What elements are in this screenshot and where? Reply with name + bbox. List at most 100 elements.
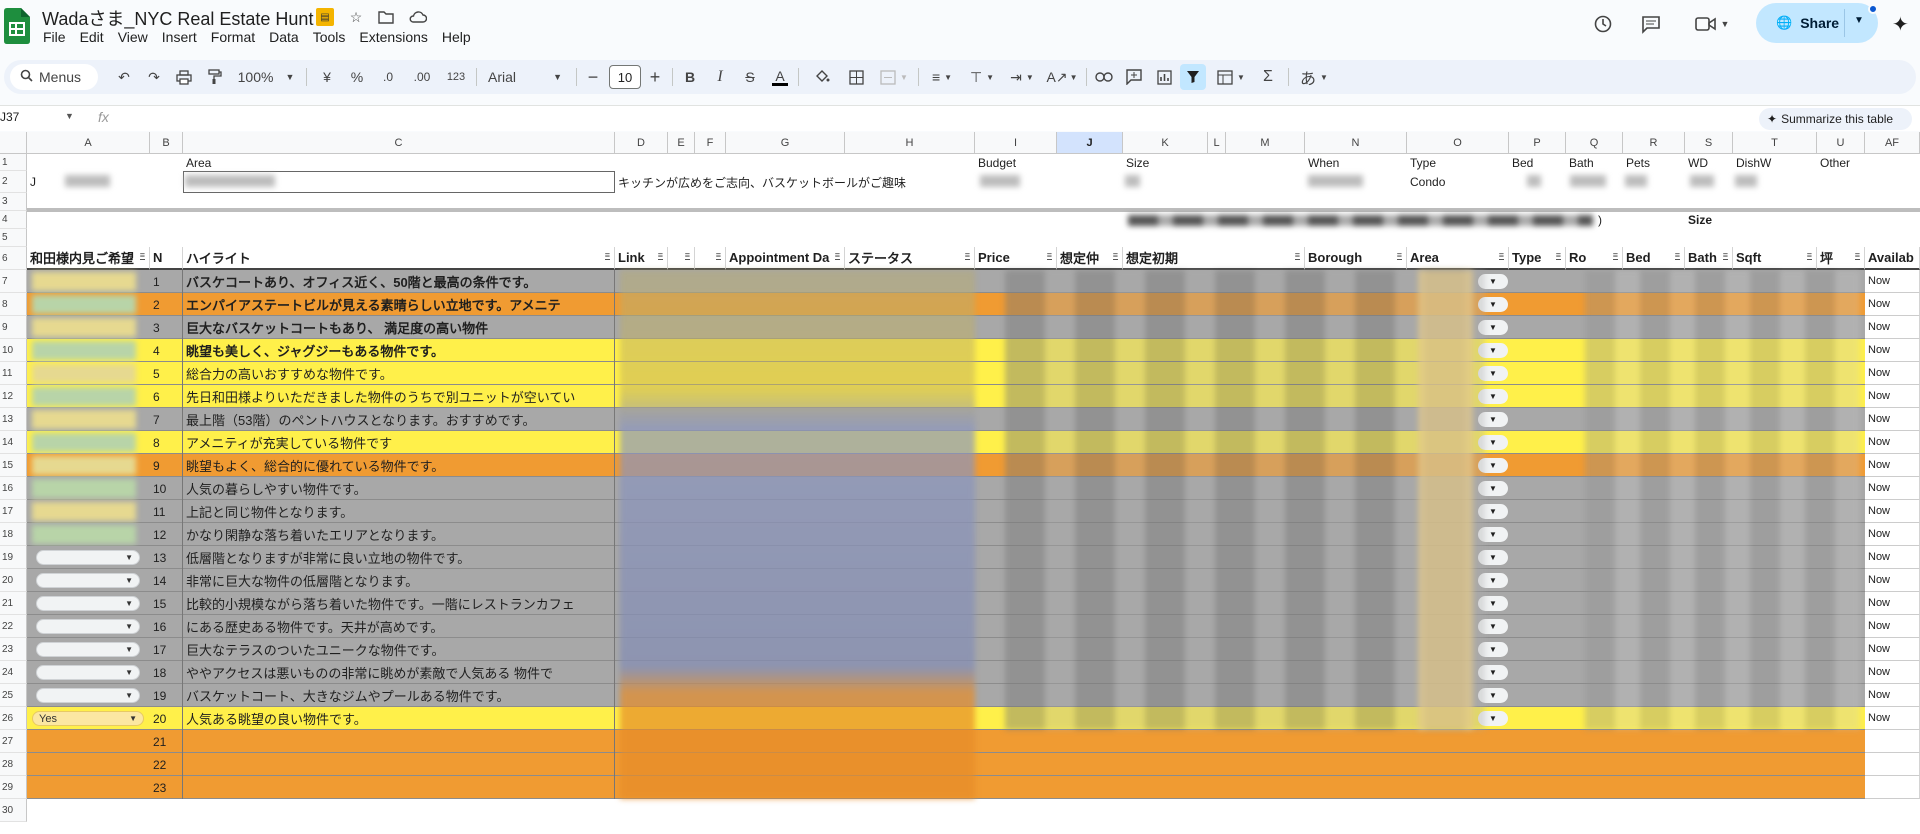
listing-number[interactable]: 3 xyxy=(150,316,183,339)
listing-number[interactable]: 15 xyxy=(150,592,183,615)
cloud-saved-icon[interactable] xyxy=(408,7,428,27)
table-header-r[interactable]: Bath ≡ xyxy=(1685,247,1733,270)
listing-number[interactable]: 21 xyxy=(150,730,183,753)
listing-highlight[interactable]: 巨大なバスケットコートもあり、 満足度の高い物件 xyxy=(183,316,615,339)
listing-highlight[interactable]: 眺望も美しく、ジャグジーもある物件です。 xyxy=(183,339,615,362)
gemini-sparkle-icon[interactable]: ✦ xyxy=(1892,12,1909,37)
row-header-11[interactable]: 11 xyxy=(0,362,27,385)
criteria-label-wd[interactable]: WD xyxy=(1685,154,1733,171)
row-header-30[interactable]: 30 xyxy=(0,799,27,822)
row-header-21[interactable]: 21 xyxy=(0,592,27,615)
listing-highlight[interactable]: 人気ある眺望の良い物件です。 xyxy=(183,707,615,730)
column-header-k[interactable]: K xyxy=(1123,132,1208,154)
row-header-14[interactable]: 14 xyxy=(0,431,27,454)
meet-video-icon[interactable]: ▼ xyxy=(1692,12,1732,36)
table-header-t[interactable]: 坪 ≡ xyxy=(1817,247,1865,270)
listing-number[interactable]: 6 xyxy=(150,385,183,408)
row-header-19[interactable]: 19 xyxy=(0,546,27,569)
column-header-g[interactable]: G xyxy=(726,132,845,154)
table-header-n[interactable]: Area ≡ xyxy=(1407,247,1509,270)
table-header-a[interactable]: 和田様内見ご希望 ≡ xyxy=(27,247,150,270)
availability-cell[interactable] xyxy=(1865,753,1920,776)
listing-number[interactable]: 2 xyxy=(150,293,183,316)
row-header-16[interactable]: 16 xyxy=(0,477,27,500)
listing-highlight[interactable] xyxy=(183,753,615,776)
row-header-5[interactable]: 5 xyxy=(0,229,27,247)
listing-highlight[interactable]: アメニティが充実している物件です xyxy=(183,431,615,454)
row-header-26[interactable]: 26 xyxy=(0,707,27,730)
column-header-af[interactable]: AF xyxy=(1865,132,1920,154)
listing-highlight[interactable]: 比較的小規模ながら落ち着いた物件です。一階にレストランカフェ xyxy=(183,592,615,615)
row-header-7[interactable]: 7 xyxy=(0,270,27,293)
listing-number[interactable]: 14 xyxy=(150,569,183,592)
listing-number[interactable]: 11 xyxy=(150,500,183,523)
listing-number[interactable]: 22 xyxy=(150,753,183,776)
text-rotation-icon[interactable]: A↗ ▼ xyxy=(1044,60,1080,94)
menu-view[interactable]: View xyxy=(111,28,155,46)
column-header-e[interactable]: E xyxy=(668,132,695,154)
fill-color-icon[interactable] xyxy=(810,60,834,94)
filter-icon[interactable]: ≡ xyxy=(604,251,610,260)
availability-cell[interactable] xyxy=(1865,730,1920,753)
listing-number[interactable]: 19 xyxy=(150,684,183,707)
availability-cell[interactable]: Now xyxy=(1865,684,1920,707)
listing-number[interactable]: 13 xyxy=(150,546,183,569)
criteria-label-pets[interactable]: Pets xyxy=(1623,154,1685,171)
filter-icon[interactable]: ≡ xyxy=(1294,251,1300,260)
menu-file[interactable]: File xyxy=(36,28,73,46)
availability-cell[interactable]: Now xyxy=(1865,431,1920,454)
table-header-p[interactable]: Ro ≡ xyxy=(1566,247,1623,270)
menu-extensions[interactable]: Extensions xyxy=(352,28,434,46)
criteria-label-type[interactable]: Type xyxy=(1407,154,1509,171)
row-header-18[interactable]: 18 xyxy=(0,523,27,546)
listing-highlight[interactable]: 総合力の高いおすすめな物件です。 xyxy=(183,362,615,385)
row-header-27[interactable]: 27 xyxy=(0,730,27,753)
availability-cell[interactable]: Now xyxy=(1865,707,1920,730)
listing-number[interactable]: 8 xyxy=(150,431,183,454)
share-dropdown-icon[interactable]: ▼ xyxy=(1854,15,1864,26)
row-header-29[interactable]: 29 xyxy=(0,776,27,799)
criteria-label-area[interactable]: Area xyxy=(183,154,615,171)
row-header-25[interactable]: 25 xyxy=(0,684,27,707)
viewing-request-dropdown[interactable]: ▼ xyxy=(36,550,140,565)
table-header-b[interactable]: N xyxy=(150,247,183,270)
percent-button[interactable]: % xyxy=(346,60,368,94)
menu-edit[interactable]: Edit xyxy=(73,28,111,46)
row-header-6[interactable]: 6 xyxy=(0,247,27,270)
column-header-a[interactable]: A xyxy=(27,132,150,154)
menu-format[interactable]: Format xyxy=(204,28,262,46)
search-menus[interactable]: Menus xyxy=(10,64,98,90)
column-header-u[interactable]: U xyxy=(1817,132,1865,154)
availability-cell[interactable]: Now xyxy=(1865,592,1920,615)
column-header-s[interactable]: S xyxy=(1685,132,1733,154)
criteria-label-when[interactable]: When xyxy=(1305,154,1407,171)
table-header-d[interactable]: Link ≡ xyxy=(615,247,668,270)
column-header-h[interactable]: H xyxy=(845,132,975,154)
star-icon[interactable]: ☆ xyxy=(346,7,366,27)
listing-number[interactable]: 16 xyxy=(150,615,183,638)
filter-icon[interactable]: ≡ xyxy=(715,251,721,260)
column-header-p[interactable]: P xyxy=(1509,132,1566,154)
table-header-k[interactable]: 想定初期 ≡ xyxy=(1123,247,1305,270)
spreadsheet-grid[interactable]: A B C D E F G H I J K L M N O P Q R S T U AF 1 2 3 4 5 6 7 8 9 10 11 12 13… xyxy=(0,132,1920,834)
print-icon[interactable] xyxy=(172,60,196,94)
horizontal-align-icon[interactable]: ≡ ▼ xyxy=(924,60,960,94)
filter-icon[interactable]: ≡ xyxy=(1806,251,1812,260)
row-header-8[interactable]: 8 xyxy=(0,293,27,316)
vertical-align-icon[interactable]: ⊤ ▼ xyxy=(964,60,1000,94)
version-history-icon[interactable] xyxy=(1590,12,1616,36)
availability-cell[interactable]: Now xyxy=(1865,546,1920,569)
insert-link-icon[interactable] xyxy=(1092,60,1116,94)
filter-icon[interactable]: ≡ xyxy=(1498,251,1504,260)
listing-highlight[interactable]: 眺望もよく、総合的に優れている物件です。 xyxy=(183,454,615,477)
share-button[interactable]: 🌐 Share ▼ xyxy=(1756,3,1878,43)
functions-button[interactable]: Σ xyxy=(1256,60,1280,94)
filter-icon[interactable]: ≡ xyxy=(1555,251,1561,260)
comments-icon[interactable] xyxy=(1638,12,1664,36)
filter-icon[interactable]: ≡ xyxy=(1612,251,1618,260)
availability-cell[interactable]: Now xyxy=(1865,638,1920,661)
column-header-l[interactable]: L xyxy=(1208,132,1226,154)
row4-paren-cell[interactable]: ) xyxy=(1595,211,1607,229)
listing-number[interactable]: 10 xyxy=(150,477,183,500)
filter-icon[interactable]: ≡ xyxy=(1674,251,1680,260)
